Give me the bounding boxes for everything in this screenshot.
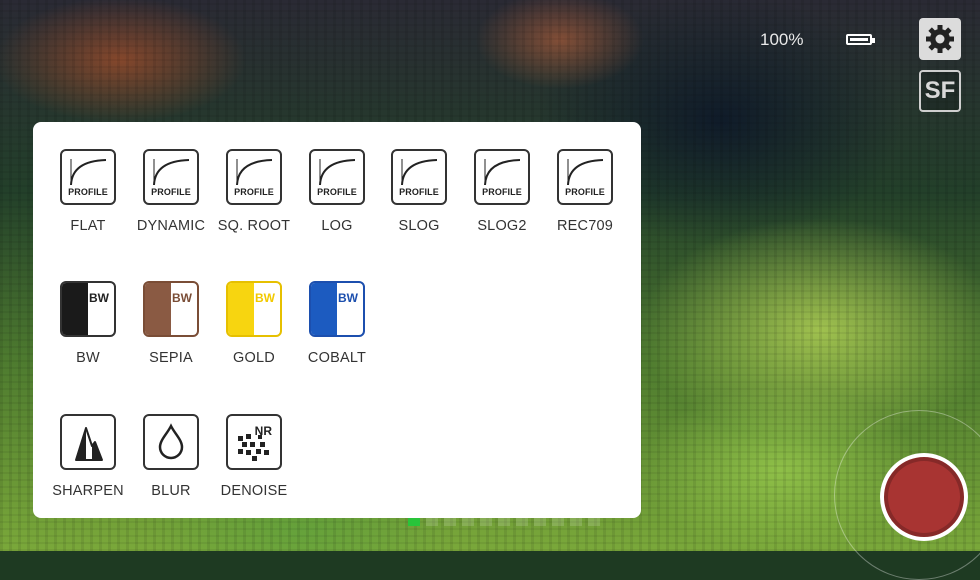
battery-icon <box>846 34 875 45</box>
page-dot <box>588 518 600 526</box>
denoise-icon: NR <box>226 414 282 470</box>
page-indicator <box>408 518 600 526</box>
page-dot <box>552 518 564 526</box>
sepia-swatch-icon: BW <box>143 281 199 337</box>
filter-label: DENOISE <box>220 483 288 499</box>
profile-rec709[interactable]: PROFILE REC709 <box>545 149 625 234</box>
tint-label: COBALT <box>307 350 367 366</box>
record-button[interactable] <box>880 453 968 541</box>
profile-slog[interactable]: PROFILE SLOG <box>379 149 459 234</box>
profile-label: SLOG <box>398 218 440 234</box>
page-dot-active <box>408 518 420 526</box>
page-dot <box>426 518 438 526</box>
profile-sq-root[interactable]: PROFILE SQ. ROOT <box>214 149 294 234</box>
profile-label: REC709 <box>556 218 613 234</box>
page-dot <box>498 518 510 526</box>
filter-denoise[interactable]: NR DENOISE <box>214 414 294 499</box>
bw-swatch-icon: BW <box>60 281 116 337</box>
profile-curve-icon: PROFILE <box>60 149 116 205</box>
profile-label: LOG <box>321 218 353 234</box>
battery-percent: 100% <box>760 30 804 49</box>
profile-curve-icon: PROFILE <box>391 149 447 205</box>
profile-slog2[interactable]: PROFILE SLOG2 <box>462 149 542 234</box>
tint-sepia[interactable]: BW SEPIA <box>131 281 211 366</box>
page-dot <box>570 518 582 526</box>
page-dot <box>444 518 456 526</box>
gold-swatch-icon: BW <box>226 281 282 337</box>
profile-curve-icon: PROFILE <box>557 149 613 205</box>
tint-bw[interactable]: BW BW <box>48 281 128 366</box>
page-dot <box>516 518 528 526</box>
profile-curve-icon: PROFILE <box>226 149 282 205</box>
tint-cobalt[interactable]: BW COBALT <box>297 281 377 366</box>
profile-log[interactable]: PROFILE LOG <box>297 149 377 234</box>
sf-button[interactable]: SF <box>919 70 961 112</box>
cobalt-swatch-icon: BW <box>309 281 365 337</box>
profile-label: SQ. ROOT <box>217 218 291 234</box>
filter-sharpen[interactable]: SHARPEN <box>48 414 128 499</box>
sharpen-icon <box>60 414 116 470</box>
tint-label: GOLD <box>233 350 275 366</box>
sf-label: SF <box>924 77 956 104</box>
page-dot <box>480 518 492 526</box>
tint-label: BW <box>76 350 100 366</box>
filter-label: SHARPEN <box>52 483 124 499</box>
gear-icon <box>926 25 954 53</box>
profile-label: DYNAMIC <box>136 218 206 234</box>
tint-gold[interactable]: BW GOLD <box>214 281 294 366</box>
drop-icon <box>143 414 199 470</box>
profile-curve-icon: PROFILE <box>474 149 530 205</box>
filter-blur[interactable]: BLUR <box>131 414 211 499</box>
effects-panel: PROFILE FLAT PROFILE DYNAMIC PROFILE SQ.… <box>33 122 641 518</box>
page-dot <box>534 518 546 526</box>
profile-curve-icon: PROFILE <box>143 149 199 205</box>
page-dot <box>462 518 474 526</box>
profile-label: SLOG2 <box>477 218 527 234</box>
filter-label: BLUR <box>151 483 191 499</box>
settings-button[interactable] <box>919 18 961 60</box>
profile-dynamic[interactable]: PROFILE DYNAMIC <box>131 149 211 234</box>
profile-curve-icon: PROFILE <box>309 149 365 205</box>
profile-label: FLAT <box>70 218 106 234</box>
profile-flat[interactable]: PROFILE FLAT <box>48 149 128 234</box>
tint-label: SEPIA <box>149 350 193 366</box>
